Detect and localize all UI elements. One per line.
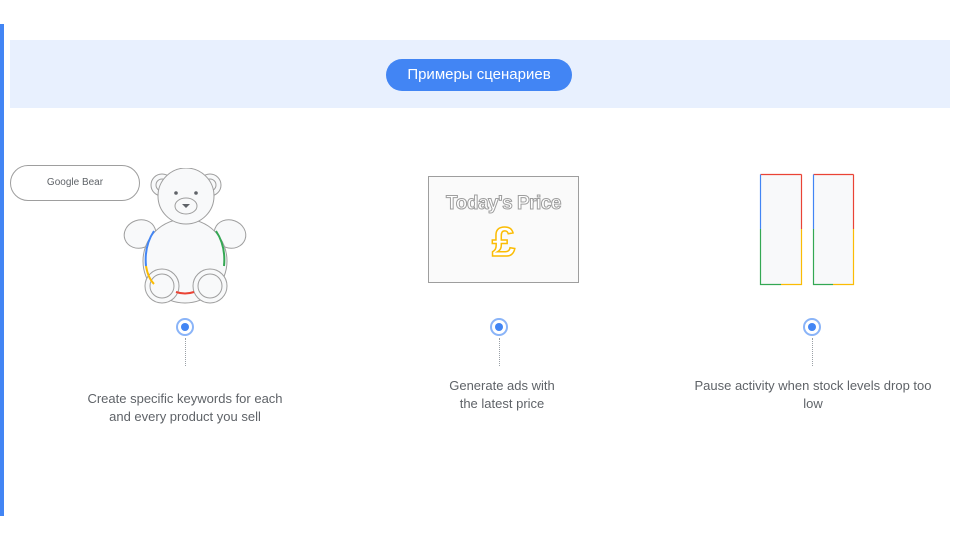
timeline-marker-3: [803, 318, 821, 336]
scenario-caption-pricing: Generate ads with the latest price: [449, 378, 555, 411]
price-card-title: Today's Price: [446, 193, 562, 215]
slide: Примеры сценариев Google Bear Create spe…: [0, 0, 960, 540]
scenario-caption-keywords: Create specific keywords for each and ev…: [87, 391, 283, 424]
teddy-bear-illustration: [123, 168, 247, 304]
timeline-connector-3: [812, 338, 813, 366]
timeline-connector-1: [185, 338, 186, 366]
timeline-marker-1: [176, 318, 194, 336]
left-accent-rule: [0, 24, 4, 516]
pound-sign-icon: £: [491, 218, 516, 266]
scenario-caption-stock: Pause activity when stock levels drop to…: [694, 378, 932, 411]
timeline-marker-2: [490, 318, 508, 336]
section-title-pill: Примеры сценариев: [386, 59, 572, 91]
price-card: Today's Price £: [428, 176, 579, 283]
timeline-connector-2: [499, 338, 500, 366]
stock-bars-illustration: [759, 173, 855, 286]
